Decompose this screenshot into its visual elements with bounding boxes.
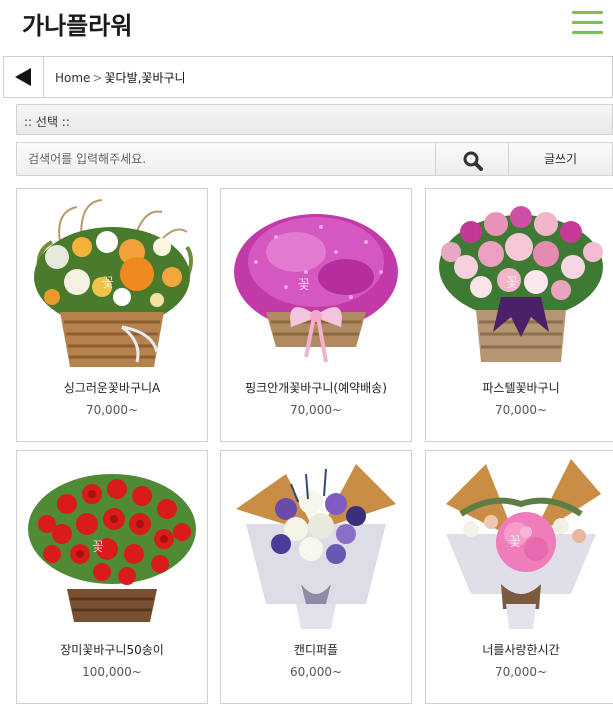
- product-watermark: 꽃: [506, 276, 518, 291]
- product-image: 꽃: [446, 459, 601, 629]
- search-row: 글쓰기: [16, 142, 613, 176]
- product-watermark: 꽃: [302, 541, 314, 556]
- search-input[interactable]: [16, 142, 435, 176]
- hamburger-icon[interactable]: [572, 9, 603, 34]
- product-price: 70,000~: [289, 403, 343, 417]
- breadcrumb-current[interactable]: 꽃다발,꽃바구니: [105, 71, 186, 85]
- product-image: 꽃: [34, 199, 193, 367]
- breadcrumb: Home > 꽃다발,꽃바구니: [55, 69, 186, 86]
- product-watermark: 꽃: [92, 540, 104, 555]
- product-image: 꽃: [234, 214, 398, 363]
- product-name[interactable]: 캔디퍼플: [221, 641, 411, 658]
- product-watermark: 꽃: [509, 535, 521, 550]
- product-card[interactable]: 꽃 핑크안개꽃바구니(예약배송) 70,000~: [220, 188, 412, 442]
- category-select[interactable]: :: 선택 ::: [16, 104, 613, 135]
- product-name[interactable]: 너를사랑한시간: [426, 641, 613, 658]
- breadcrumb-home[interactable]: Home: [55, 71, 90, 85]
- search-icon: [463, 151, 483, 171]
- back-arrow-icon: [15, 68, 31, 86]
- product-watermark: 꽃: [102, 276, 114, 291]
- product-card[interactable]: 꽃 싱그러운꽃바구니A 70,000~: [16, 188, 208, 442]
- product-name[interactable]: 파스텔꽃바구니: [426, 379, 613, 396]
- category-select-label: :: 선택 ::: [24, 115, 70, 129]
- back-button[interactable]: [4, 57, 44, 97]
- product-name[interactable]: 장미꽃바구니50송이: [17, 641, 207, 658]
- site-logo[interactable]: 가나플라워: [22, 6, 132, 41]
- product-name[interactable]: 싱그러운꽃바구니A: [17, 379, 207, 396]
- write-button[interactable]: 글쓰기: [509, 142, 613, 176]
- search-button[interactable]: [435, 142, 509, 176]
- product-price: 100,000~: [82, 665, 142, 679]
- product-watermark: 꽃: [298, 278, 310, 293]
- header: 가나플라워: [0, 0, 613, 46]
- product-card[interactable]: 꽃 파스텔꽃바구니 70,000~: [425, 188, 613, 442]
- product-image: 꽃: [28, 474, 196, 622]
- breadcrumb-bar: Home > 꽃다발,꽃바구니: [3, 56, 613, 98]
- breadcrumb-separator: >: [92, 71, 103, 85]
- product-image: 꽃: [439, 206, 603, 362]
- product-card[interactable]: 꽃 장미꽃바구니50송이 100,000~: [16, 450, 208, 704]
- product-price: 70,000~: [85, 403, 139, 417]
- product-name[interactable]: 핑크안개꽃바구니(예약배송): [221, 379, 411, 396]
- product-card[interactable]: 꽃 너를사랑한시간 70,000~: [425, 450, 613, 704]
- product-price: 60,000~: [289, 665, 343, 679]
- product-price: 70,000~: [494, 403, 548, 417]
- product-price: 70,000~: [494, 665, 548, 679]
- product-card[interactable]: 꽃 캔디퍼플 60,000~: [220, 450, 412, 704]
- product-image: 꽃: [236, 464, 396, 629]
